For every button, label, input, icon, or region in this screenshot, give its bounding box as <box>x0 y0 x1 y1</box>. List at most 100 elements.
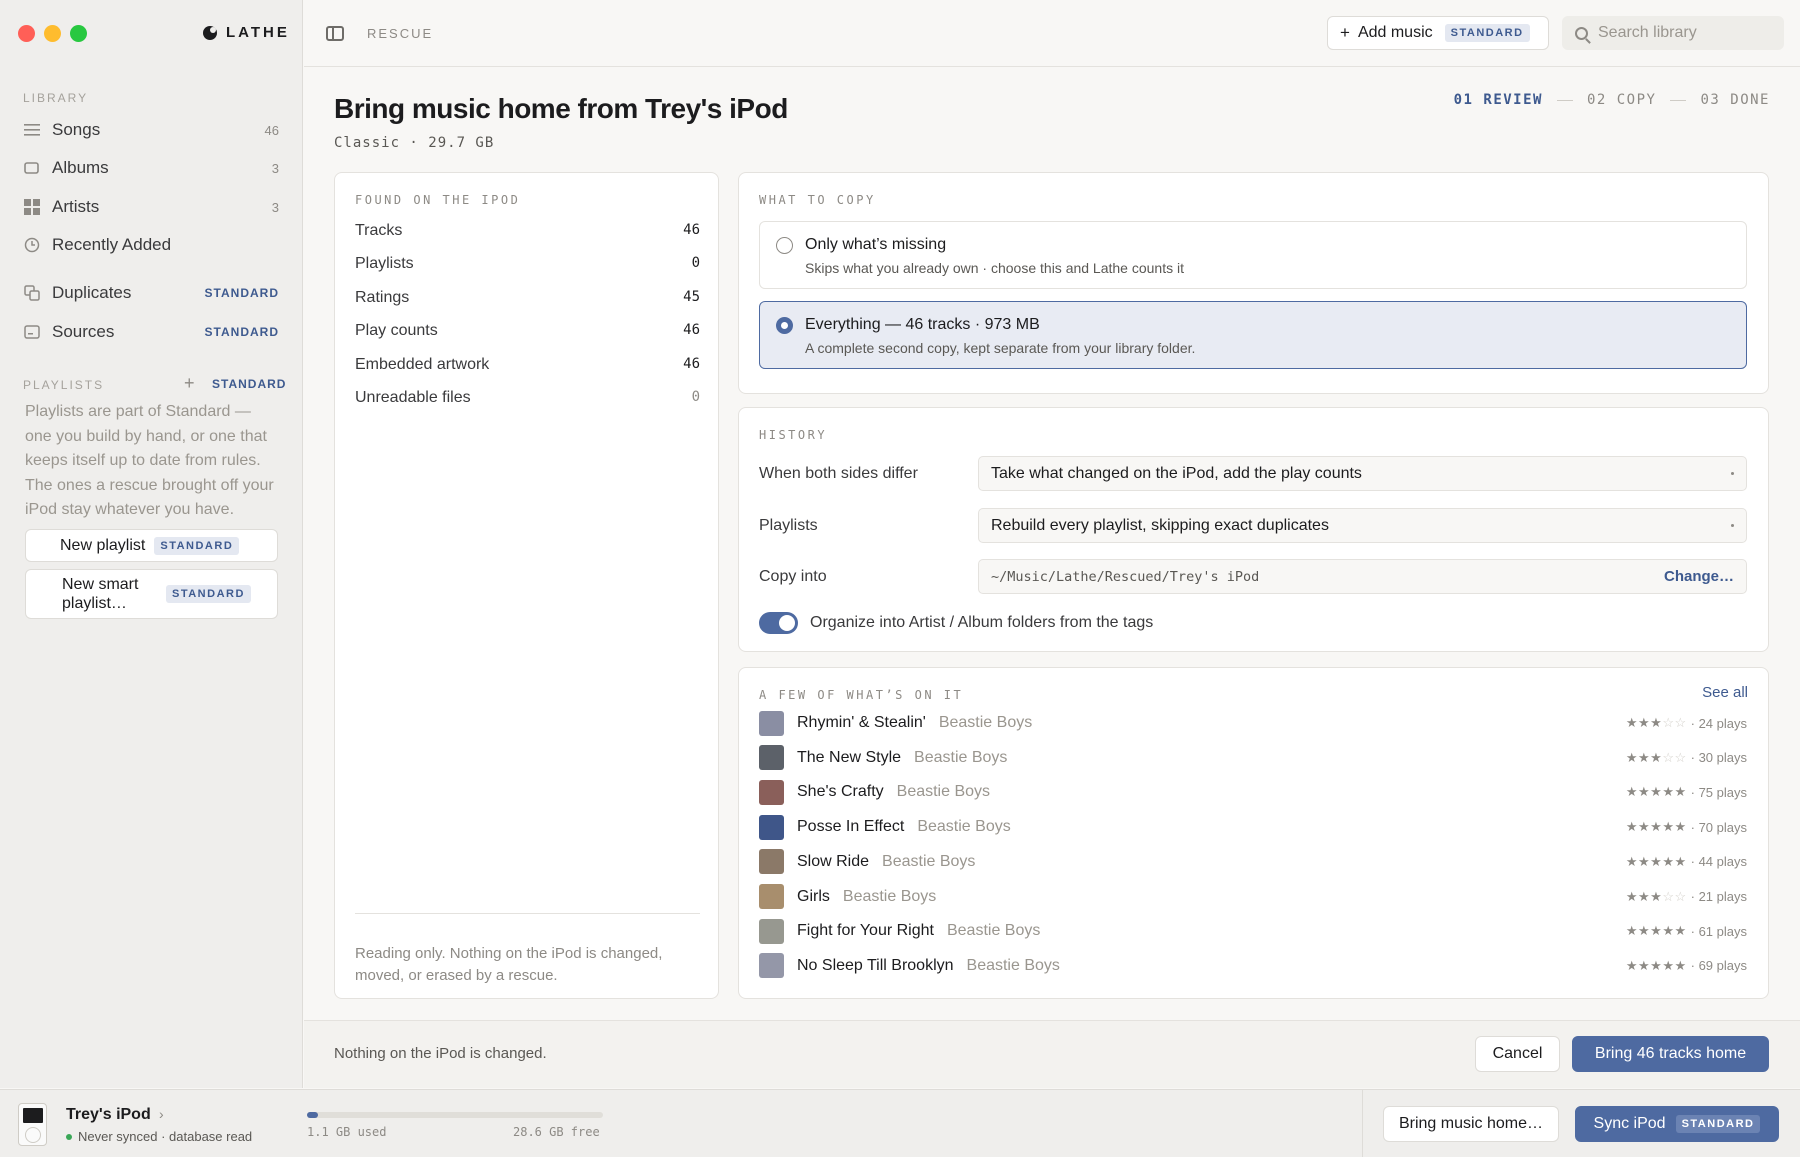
chevron-right-icon[interactable]: › <box>159 1106 164 1122</box>
found-value: 45 <box>683 289 700 305</box>
page-title: Bring music home from Trey's iPod <box>334 93 788 124</box>
sidebar-toggle-icon[interactable] <box>326 26 344 41</box>
sidebar-item-recently-added[interactable]: Recently Added <box>23 230 279 260</box>
sidebar-item-label: Songs <box>52 120 101 139</box>
organize-label: Organize into Artist / Album folders fro… <box>810 614 1154 631</box>
star-filled-icon: ★ <box>1650 715 1663 730</box>
track-row[interactable]: Fight for Your Right Beastie Boys ★★★★★ · 6… <box>759 916 1747 946</box>
play-count: · 44 plays <box>1690 854 1747 870</box>
bring-music-home-button[interactable]: Bring music home… <box>1383 1106 1559 1142</box>
see-all-link[interactable]: See all <box>1702 684 1748 701</box>
star-filled-icon: ★ <box>1625 853 1638 869</box>
action-footer: Nothing on the iPod is changed. Cancel B… <box>304 1020 1800 1088</box>
star-filled-icon: ★ <box>1650 957 1663 973</box>
album-art <box>759 918 784 944</box>
sidebar-item-label: Artists <box>52 197 100 216</box>
sidebar: LATHE LIBRARY Songs 46 Albums 3 Artists … <box>0 0 303 1088</box>
star-filled-icon: ★ <box>1638 784 1651 800</box>
bring-tracks-home-button[interactable]: Bring 46 tracks home <box>1572 1036 1769 1072</box>
sync-ipod-label: Sync iPod <box>1593 1115 1666 1132</box>
star-empty-icon: ☆ <box>1674 888 1687 904</box>
search-box[interactable] <box>1562 16 1784 50</box>
found-row-tracks: Tracks 46 <box>355 222 700 240</box>
new-smart-playlist-button[interactable]: New smart playlist… STANDARD <box>25 569 278 619</box>
album-icon <box>23 159 41 177</box>
device-name[interactable]: Trey's iPod <box>66 1106 151 1124</box>
play-count: · 24 plays <box>1690 715 1747 731</box>
standard-badge: STANDARD <box>1675 1115 1761 1133</box>
sync-ipod-button[interactable]: Sync iPod STANDARD <box>1575 1106 1779 1142</box>
track-title: Slow Ride <box>797 852 870 870</box>
star-empty-icon: ☆ <box>1674 749 1687 765</box>
album-art <box>759 710 784 736</box>
ipod-icon <box>18 1103 47 1146</box>
track-row[interactable]: Posse In Effect Beastie Boys ★★★★★ · 70 pla… <box>759 812 1747 842</box>
track-row[interactable]: Girls Beastie Boys ★★★☆☆ · 21 plays <box>759 882 1747 912</box>
sidebar-item-sources[interactable]: Sources STANDARD <box>23 317 279 347</box>
found-value: 0 <box>691 389 700 405</box>
found-key: Playlists <box>355 255 414 272</box>
device-status: Never synced · database read <box>66 1129 252 1144</box>
device-status-text: Never synced · database read <box>78 1129 253 1144</box>
track-row[interactable]: Slow Ride Beastie Boys ★★★★★ · 44 plays <box>759 847 1747 877</box>
differ-select[interactable]: Take what changed on the iPod, add the p… <box>978 456 1747 491</box>
change-button[interactable]: Change… <box>1664 568 1734 585</box>
track-row[interactable]: The New Style Beastie Boys ★★★☆☆ · 30 plays <box>759 743 1747 773</box>
minimize-window-button[interactable] <box>44 25 61 42</box>
step-separator <box>1670 99 1687 101</box>
album-art <box>759 814 784 840</box>
history-row-differ: When both sides differ Take what changed… <box>759 456 1747 491</box>
found-value: 46 <box>683 222 700 238</box>
sidebar-item-artists[interactable]: Artists 3 <box>23 192 279 222</box>
chevron-icon <box>1731 524 1734 527</box>
sidebar-item-albums[interactable]: Albums 3 <box>23 153 279 183</box>
select-value: Rebuild every playlist, skipping exact d… <box>991 516 1329 534</box>
sidebar-item-songs[interactable]: Songs 46 <box>23 115 279 145</box>
maximize-window-button[interactable] <box>70 25 87 42</box>
star-filled-icon: ★ <box>1638 749 1651 765</box>
add-playlist-icon[interactable]: + <box>184 373 195 394</box>
search-icon <box>1575 26 1588 40</box>
divider <box>1362 1090 1363 1157</box>
step-done: 03 DONE <box>1700 92 1770 108</box>
standard-badge: STANDARD <box>204 286 279 300</box>
star-filled-icon: ★ <box>1662 853 1675 869</box>
sidebar-item-label: Recently Added <box>52 235 172 254</box>
track-row[interactable]: She's Crafty Beastie Boys ★★★★★ · 75 plays <box>759 777 1747 807</box>
add-music-button[interactable]: + Add music STANDARD <box>1327 16 1549 50</box>
found-row-ratings: Ratings 45 <box>355 289 700 307</box>
ipod-wheel <box>25 1127 41 1143</box>
close-window-button[interactable] <box>18 25 35 42</box>
found-value: 0 <box>691 255 700 271</box>
radio-button[interactable] <box>776 237 793 254</box>
album-art <box>759 953 784 979</box>
new-playlist-button[interactable]: New playlist STANDARD <box>25 529 278 562</box>
search-input[interactable] <box>1598 24 1768 42</box>
breadcrumb: RESCUE <box>367 26 434 41</box>
select-value: Take what changed on the iPod, add the p… <box>991 464 1362 482</box>
radio-button-selected[interactable] <box>776 317 793 334</box>
play-count: · 21 plays <box>1690 889 1747 904</box>
cancel-button[interactable]: Cancel <box>1475 1036 1560 1072</box>
star-filled-icon: ★ <box>1650 749 1663 765</box>
add-music-label: Add music <box>1357 24 1433 41</box>
history-row-copy-into: Copy into ~/Music/Lathe/Rescued/Trey's i… <box>759 559 1747 594</box>
playlists-select[interactable]: Rebuild every playlist, skipping exact d… <box>978 508 1747 543</box>
organize-toggle[interactable] <box>759 612 798 634</box>
step-review: 01 REVIEW <box>1453 92 1543 108</box>
option-only-missing[interactable]: Only what’s missing Skips what you alrea… <box>759 221 1747 289</box>
new-playlist-label: New playlist <box>60 537 146 554</box>
duplicate-icon <box>23 284 41 302</box>
option-everything[interactable]: Everything — 46 tracks · 973 MB A comple… <box>759 301 1747 369</box>
track-row[interactable]: Rhymin' & Stealin' Beastie Boys ★★★☆☆ · 24 … <box>759 708 1747 738</box>
playlists-description: Playlists are part of Standard — one you… <box>25 403 274 518</box>
star-filled-icon: ★ <box>1662 784 1675 800</box>
sidebar-item-duplicates[interactable]: Duplicates STANDARD <box>23 278 279 308</box>
found-value: 46 <box>683 356 700 372</box>
star-empty-icon: ☆ <box>1674 715 1687 730</box>
capacity-used: 1.1 GB used <box>307 1125 387 1139</box>
track-row[interactable]: No Sleep Till Brooklyn Beastie Boys ★★★★★ ·… <box>759 951 1747 981</box>
star-filled-icon: ★ <box>1650 853 1663 869</box>
star-rating: ★★★★★ <box>1626 854 1687 870</box>
star-empty-icon: ☆ <box>1662 888 1675 904</box>
